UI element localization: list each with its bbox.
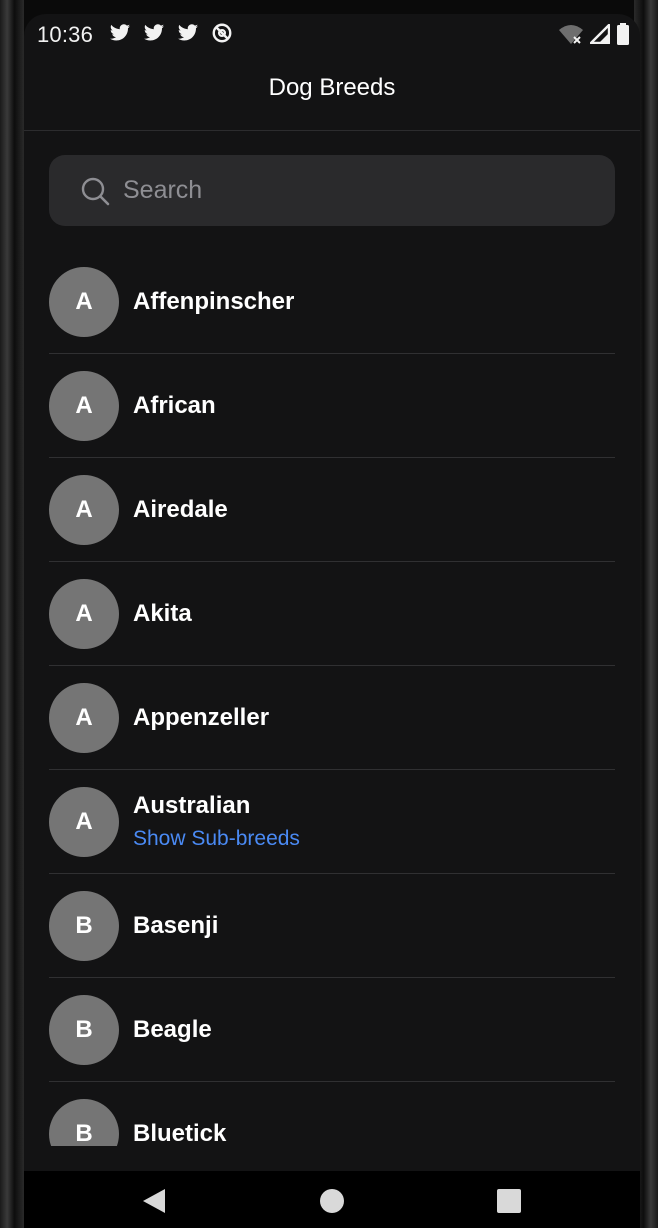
list-item[interactable]: A African	[49, 354, 615, 458]
back-icon	[143, 1189, 165, 1213]
cell-signal-icon	[590, 24, 610, 44]
breed-name: Akita	[133, 600, 192, 627]
search-input[interactable]	[123, 155, 593, 226]
list-item[interactable]: A Airedale	[49, 458, 615, 562]
list-item[interactable]: B Bluetick	[49, 1082, 615, 1146]
list-item[interactable]: A Akita	[49, 562, 615, 666]
breed-name: Basenji	[133, 912, 219, 939]
breed-name: Affenpinscher	[133, 288, 295, 315]
avatar: B	[49, 891, 119, 961]
show-sub-breeds-link[interactable]: Show Sub-breeds	[133, 826, 300, 852]
breed-name: African	[133, 392, 216, 419]
avatar: A	[49, 683, 119, 753]
list-item[interactable]: A Affenpinscher	[49, 250, 615, 354]
avatar: A	[49, 475, 119, 545]
page-title: Dog Breeds	[268, 74, 396, 101]
avatar: B	[49, 1099, 119, 1146]
notification-icons	[108, 22, 234, 44]
avatar: A	[49, 787, 119, 857]
home-icon	[320, 1189, 344, 1213]
avatar: B	[49, 995, 119, 1065]
device-frame: 10:36 Dog Breeds Search A Affenpinscher …	[0, 0, 658, 1228]
twitter-icon	[143, 24, 165, 41]
list-item[interactable]: B Basenji	[49, 874, 615, 978]
system-icons	[558, 23, 630, 45]
avatar: A	[49, 267, 119, 337]
status-bar: 10:36	[24, 14, 640, 54]
breed-name: Airedale	[133, 496, 228, 523]
back-button[interactable]	[136, 1183, 172, 1219]
breed-name: Australian	[133, 792, 251, 819]
twitter-icon	[177, 24, 199, 41]
breed-name: Beagle	[133, 1016, 212, 1043]
avatar: A	[49, 579, 119, 649]
breed-list: A Affenpinscher A African A Airedale A A…	[49, 250, 615, 1146]
breed-name: Bluetick	[133, 1120, 227, 1146]
status-time: 10:36	[37, 22, 94, 47]
list-item[interactable]: A Appenzeller	[49, 666, 615, 770]
no-disturb-icon	[212, 23, 232, 43]
battery-icon	[617, 23, 629, 45]
app-bar: Dog Breeds	[24, 54, 640, 131]
navigation-bar	[24, 1171, 640, 1228]
list-item[interactable]: A Australian Show Sub-breeds	[49, 770, 615, 874]
twitter-icon	[109, 24, 131, 41]
home-button[interactable]	[314, 1183, 350, 1219]
list-item[interactable]: B Beagle	[49, 978, 615, 1082]
screen: 10:36 Dog Breeds Search A Affenpinscher …	[24, 14, 640, 1228]
breed-name: Appenzeller	[133, 704, 270, 731]
avatar: A	[49, 371, 119, 441]
recents-icon	[497, 1189, 521, 1213]
search-bar[interactable]	[49, 155, 615, 226]
search-icon	[81, 177, 110, 206]
device-bezel-left	[0, 0, 24, 1228]
wifi-off-icon	[559, 25, 583, 44]
recents-button[interactable]	[491, 1183, 527, 1219]
